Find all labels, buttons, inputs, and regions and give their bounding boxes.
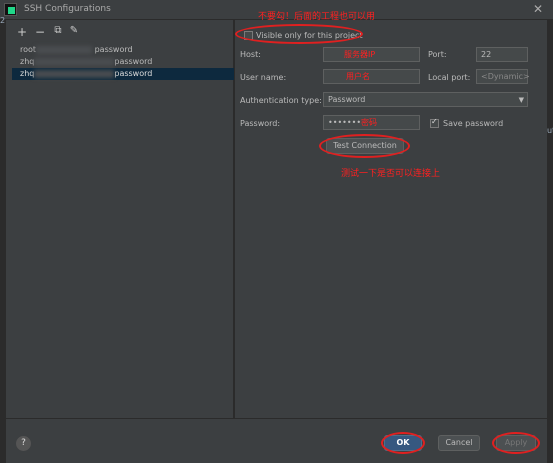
annotation-top: 不要勾！后面的工程也可以用 — [258, 12, 376, 22]
right-edge: ut — [547, 20, 553, 438]
config-auth: password — [114, 57, 153, 66]
user-name-label: User name: — [240, 73, 287, 82]
port-input[interactable]: 22 — [476, 47, 528, 62]
redacted-block — [36, 45, 93, 54]
auth-type-value: Password — [328, 95, 366, 104]
user-name-input[interactable]: 用户名 — [323, 69, 420, 84]
config-host: root — [20, 45, 37, 54]
password-dots: ••••••• — [328, 118, 362, 127]
window-title: SSH Configurations — [24, 4, 111, 14]
auth-type-label: Authentication type: — [240, 96, 322, 105]
chevron-down-icon: ▼ — [518, 96, 524, 104]
auth-type-select[interactable]: Password ▼ — [323, 92, 528, 107]
config-auth: password — [114, 69, 153, 78]
config-host: zhq — [20, 69, 35, 78]
annotation-circle-apply — [492, 432, 540, 454]
config-auth: password — [94, 45, 133, 54]
app-icon — [4, 3, 17, 16]
redacted-block — [34, 69, 115, 78]
checkmark-icon: ✓ — [431, 117, 438, 126]
password-input[interactable]: •••••••密码 — [323, 115, 420, 130]
port-label: Port: — [428, 50, 447, 59]
config-host: zhq — [20, 57, 35, 66]
local-port-placeholder: <Dynamic> — [481, 72, 530, 81]
config-details-panel: Visible only for this project Host: 服务器I… — [235, 20, 547, 418]
port-value: 22 — [481, 50, 492, 59]
host-value: 服务器IP — [344, 50, 376, 59]
help-icon[interactable]: ? — [16, 436, 31, 451]
close-icon[interactable]: ✕ — [533, 2, 543, 16]
host-label: Host: — [240, 50, 261, 59]
list-item[interactable]: zhq password — [12, 68, 234, 80]
save-password-checkbox[interactable]: ✓ — [430, 117, 439, 128]
annotation-circle-test — [319, 134, 410, 158]
host-input[interactable]: 服务器IP — [323, 47, 420, 62]
password-note: 密码 — [361, 118, 378, 127]
annotation-circle-ok — [381, 432, 425, 454]
add-icon[interactable]: + — [16, 25, 28, 39]
cancel-button[interactable]: Cancel — [438, 435, 480, 451]
edit-icon[interactable]: ✎ — [68, 25, 80, 36]
annotation-circle-visible — [235, 24, 363, 44]
list-item[interactable]: root password — [12, 44, 234, 56]
local-port-label: Local port: — [428, 73, 471, 82]
config-list: root password zhq password zhq password — [12, 44, 234, 80]
password-label: Password: — [240, 119, 281, 128]
dialog-footer: ? OK Cancel Apply — [6, 418, 547, 463]
local-port-input[interactable]: <Dynamic> — [476, 69, 530, 84]
copy-icon[interactable]: ⧉ — [52, 25, 64, 36]
list-item[interactable]: zhq password — [12, 56, 234, 68]
config-list-panel: + − ⧉ ✎ root password zhq password zhq pas… — [6, 20, 234, 418]
edge-fragment-right: ut — [547, 126, 553, 135]
save-password-label: Save password — [443, 119, 504, 128]
redacted-block — [34, 57, 115, 66]
remove-icon[interactable]: − — [34, 25, 46, 39]
user-name-value: 用户名 — [346, 72, 370, 81]
annotation-test: 测试一下是否可以连接上 — [341, 169, 441, 179]
